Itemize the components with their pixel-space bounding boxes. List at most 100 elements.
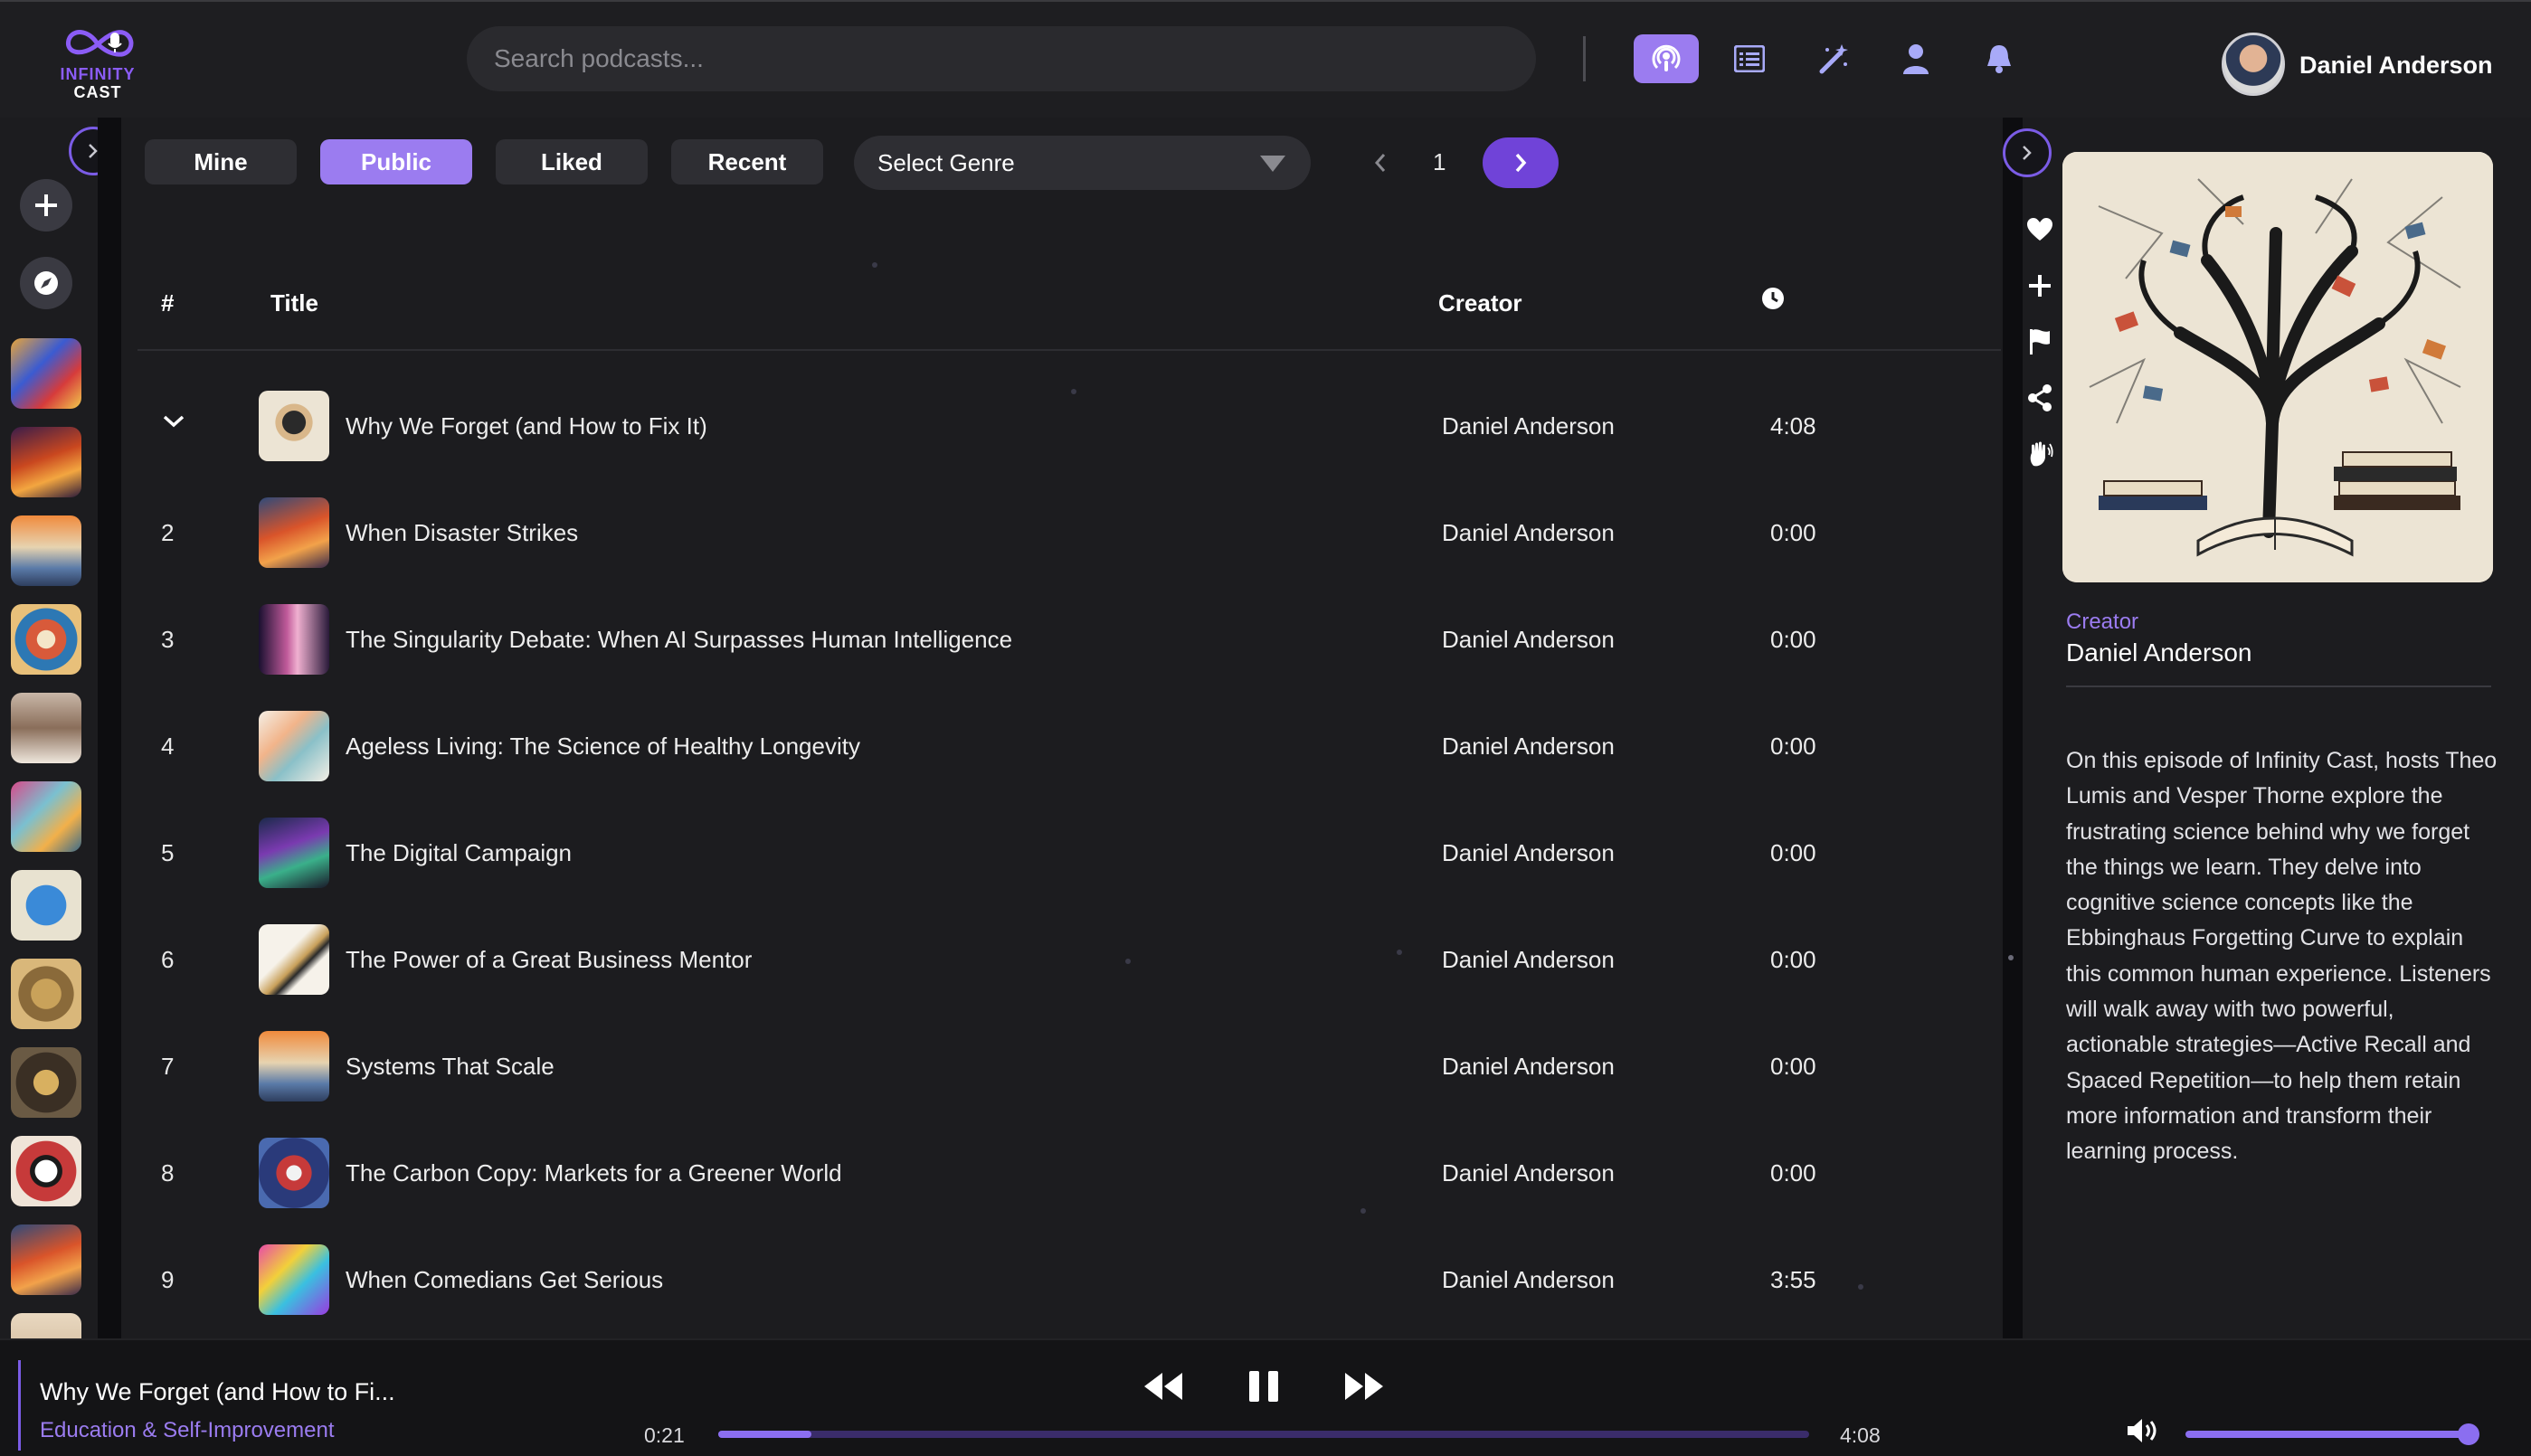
pause-button[interactable] xyxy=(1243,1358,1284,1414)
podcast-creator[interactable]: Daniel Anderson xyxy=(1442,946,1615,974)
column-header-number: # xyxy=(161,289,175,317)
podcast-duration: 3:55 xyxy=(1770,1266,1816,1293)
notifications-button[interactable] xyxy=(1967,34,2032,83)
expand-sidebar-button[interactable] xyxy=(69,127,98,175)
sidebar-podcast-thumb[interactable] xyxy=(11,427,81,497)
row-number: 3 xyxy=(161,626,175,653)
column-header-duration[interactable] xyxy=(1760,286,1786,317)
table-row[interactable]: 5 The Digital Campaign Daniel Anderson 0… xyxy=(121,799,2003,906)
podcast-creator[interactable]: Daniel Anderson xyxy=(1442,412,1615,440)
podcast-cover xyxy=(259,1031,329,1101)
table-row[interactable]: 8 The Carbon Copy: Markets for a Greener… xyxy=(121,1120,2003,1226)
podcast-title[interactable]: Why We Forget (and How to Fix It) xyxy=(346,412,707,440)
like-button[interactable] xyxy=(2017,210,2062,250)
filter-public-button[interactable]: Public xyxy=(320,139,472,184)
table-row[interactable]: 2 When Disaster Strikes Daniel Anderson … xyxy=(121,479,2003,586)
podcast-duration: 0:00 xyxy=(1770,733,1816,760)
podcast-creator[interactable]: Daniel Anderson xyxy=(1442,1159,1615,1187)
table-row[interactable]: 4 Ageless Living: The Science of Healthy… xyxy=(121,693,2003,799)
podcast-title[interactable]: The Power of a Great Business Mentor xyxy=(346,946,752,974)
podcast-title[interactable]: The Digital Campaign xyxy=(346,839,572,867)
progress-fill xyxy=(718,1431,811,1438)
list-nav-button[interactable] xyxy=(1717,34,1782,83)
fast-forward-button[interactable] xyxy=(1342,1358,1386,1414)
volume-slider-handle[interactable] xyxy=(2458,1423,2479,1445)
table-row[interactable]: 6 The Power of a Great Business Mentor D… xyxy=(121,906,2003,1013)
user-icon xyxy=(1903,44,1929,74)
next-page-button[interactable] xyxy=(1483,137,1559,188)
infinity-cast-logo[interactable]: INFINITY CAST xyxy=(52,22,143,101)
list-icon xyxy=(1734,45,1765,72)
progress-slider[interactable] xyxy=(718,1431,1809,1438)
sidebar-podcast-thumb[interactable] xyxy=(11,1313,81,1338)
wave-button[interactable] xyxy=(2017,434,2062,474)
sidebar-podcast-thumb[interactable] xyxy=(11,604,81,675)
genre-select[interactable]: Select Genre xyxy=(854,136,1311,190)
sidebar-podcast-thumb[interactable] xyxy=(11,515,81,586)
add-to-playlist-button[interactable] xyxy=(2017,266,2062,306)
logo-text-infinity: INFINITY xyxy=(60,65,136,83)
podcast-cover xyxy=(259,497,329,568)
chevron-left-icon xyxy=(1374,154,1386,172)
add-podcast-button[interactable] xyxy=(20,179,72,232)
podcast-duration: 4:08 xyxy=(1770,412,1816,440)
sidebar-podcast-thumb[interactable] xyxy=(11,959,81,1029)
now-playing-genre[interactable]: Education & Self-Improvement xyxy=(40,1418,335,1443)
podcast-duration: 0:00 xyxy=(1770,1053,1816,1080)
podcast-title[interactable]: When Comedians Get Serious xyxy=(346,1266,663,1294)
volume-button[interactable] xyxy=(2126,1416,2166,1447)
table-row[interactable]: 7 Systems That Scale Daniel Anderson 0:0… xyxy=(121,1013,2003,1120)
share-button[interactable] xyxy=(2017,378,2062,418)
podcast-creator[interactable]: Daniel Anderson xyxy=(1442,839,1615,867)
podcast-creator[interactable]: Daniel Anderson xyxy=(1442,519,1615,547)
creator-label: Creator xyxy=(2066,610,2139,634)
column-header-creator[interactable]: Creator xyxy=(1438,289,1521,317)
search-input[interactable] xyxy=(467,26,1536,91)
elapsed-time: 0:21 xyxy=(644,1423,685,1447)
sidebar-podcast-thumb[interactable] xyxy=(11,781,81,852)
sidebar-podcast-thumb[interactable] xyxy=(11,338,81,409)
create-nav-button[interactable] xyxy=(1800,34,1865,83)
sidebar-podcast-thumb[interactable] xyxy=(11,1136,81,1206)
genre-select-label: Select Genre xyxy=(877,148,1015,176)
podcast-title[interactable]: The Carbon Copy: Markets for a Greener W… xyxy=(346,1159,842,1187)
explore-button[interactable] xyxy=(20,257,72,309)
report-button[interactable] xyxy=(2017,322,2062,362)
podcast-cover xyxy=(259,711,329,781)
previous-page-button[interactable] xyxy=(1360,143,1400,183)
table-row[interactable]: 9 When Comedians Get Serious Daniel Ande… xyxy=(121,1226,2003,1333)
collapse-row-toggle[interactable] xyxy=(161,409,186,437)
column-header-title[interactable]: Title xyxy=(270,289,318,317)
sidebar-podcast-thumb[interactable] xyxy=(11,870,81,941)
avatar[interactable] xyxy=(2222,33,2285,96)
podcast-creator[interactable]: Daniel Anderson xyxy=(1442,1266,1615,1294)
table-row[interactable]: 3 The Singularity Debate: When AI Surpas… xyxy=(121,586,2003,693)
filter-mine-button[interactable]: Mine xyxy=(145,139,297,184)
background-particle xyxy=(2008,955,2014,960)
podcast-nav-button[interactable] xyxy=(1634,34,1699,83)
sidebar-podcast-thumb[interactable] xyxy=(11,693,81,763)
rewind-button[interactable] xyxy=(1142,1358,1185,1414)
podcast-title[interactable]: Systems That Scale xyxy=(346,1053,555,1081)
sidebar-podcast-thumb[interactable] xyxy=(11,1224,81,1295)
filter-recent-button[interactable]: Recent xyxy=(671,139,823,184)
sidebar-podcast-thumb[interactable] xyxy=(11,1047,81,1118)
creator-name[interactable]: Daniel Anderson xyxy=(2066,638,2251,667)
podcast-title[interactable]: The Singularity Debate: When AI Surpasse… xyxy=(346,626,1012,654)
podcast-creator[interactable]: Daniel Anderson xyxy=(1442,1053,1615,1081)
profile-nav-button[interactable] xyxy=(1883,34,1948,83)
collapse-details-button[interactable] xyxy=(2003,128,2052,177)
podcast-title[interactable]: Ageless Living: The Science of Healthy L… xyxy=(346,733,860,761)
table-row[interactable]: Why We Forget (and How to Fix It) Daniel… xyxy=(121,373,2003,479)
plus-icon xyxy=(35,194,57,216)
volume-slider[interactable] xyxy=(2185,1431,2469,1438)
podcast-title[interactable]: When Disaster Strikes xyxy=(346,519,578,547)
podcast-creator[interactable]: Daniel Anderson xyxy=(1442,733,1615,761)
podcast-creator[interactable]: Daniel Anderson xyxy=(1442,626,1615,654)
background-particle xyxy=(1360,1208,1366,1214)
now-playing-title[interactable]: Why We Forget (and How to Fi... xyxy=(40,1378,395,1406)
user-name[interactable]: Daniel Anderson xyxy=(2299,52,2493,80)
row-number: 5 xyxy=(161,839,175,866)
podcast-description: On this episode of Infinity Cast, hosts … xyxy=(2066,748,2498,1165)
filter-liked-button[interactable]: Liked xyxy=(496,139,648,184)
